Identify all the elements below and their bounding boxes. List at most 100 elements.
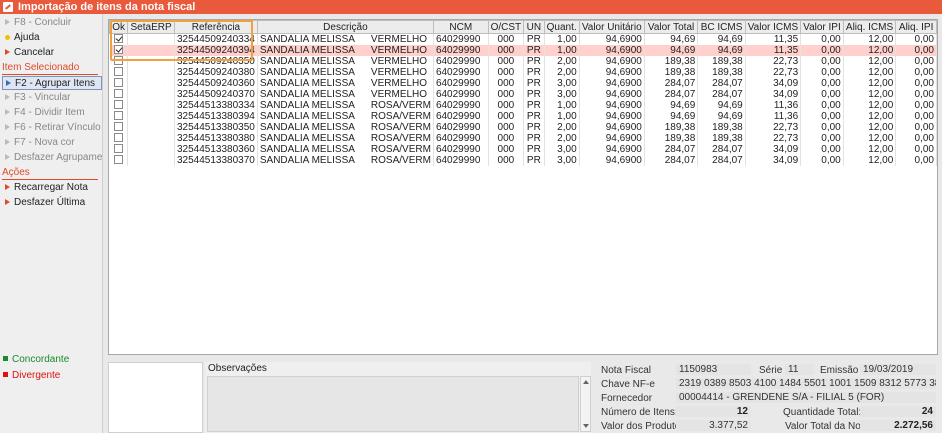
column-header[interactable]: SetaERP (127, 20, 175, 34)
new-color-button[interactable]: F7 - Nova cor (2, 136, 102, 150)
color-text: ROSA/VERM (370, 122, 431, 133)
cst-cell: 000 (488, 122, 525, 133)
vicms-cell: 22,73 (745, 133, 802, 144)
scroll-down-icon[interactable] (583, 424, 589, 428)
emissao-label: Emissão (820, 365, 859, 376)
aicms-cell: 12,00 (843, 144, 897, 155)
table-row[interactable]: 32544513380380 SANDALIA MELISSA ROSA/VERM 6… (109, 133, 937, 144)
ok-checkbox[interactable] (113, 89, 123, 98)
items-grid[interactable]: Ok SetaERP Referência Descrição NCM O/CS… (108, 19, 938, 355)
ok-checkbox[interactable] (113, 122, 123, 131)
section-item-selecionado: Item Selecionado (2, 62, 80, 73)
vicms-cell: 22,73 (745, 56, 802, 67)
legend-divergente: Divergente (3, 370, 60, 381)
vipi-cell: 0,00 (800, 45, 844, 56)
column-header[interactable]: BC ICMS (697, 20, 746, 34)
column-header[interactable]: Aliq. ICMS (842, 20, 897, 34)
ok-checkbox[interactable] (113, 133, 123, 142)
scroll-up-icon[interactable] (583, 380, 589, 384)
ok-checkbox[interactable] (113, 45, 123, 54)
ok-checkbox[interactable] (113, 111, 123, 120)
vtotal-cell: 189,38 (644, 133, 699, 144)
undo-grouping-button[interactable]: Desfazer Agrupamento (2, 151, 102, 165)
table-row[interactable]: 32544513380370 SANDALIA MELISSA ROSA/VERM 6… (109, 155, 937, 166)
column-header[interactable]: NCM (432, 20, 489, 34)
column-header[interactable]: Valor IPI (800, 20, 844, 34)
group-items-button[interactable]: F2 - Agrupar Itens (2, 76, 102, 90)
ok-checkbox[interactable] (113, 67, 123, 76)
ok-checkbox[interactable] (113, 155, 123, 164)
observacoes-scrollbar[interactable] (580, 376, 591, 432)
unlink-button[interactable]: F6 - Retirar Vínculo (2, 121, 102, 135)
observacoes-textarea[interactable] (207, 376, 579, 432)
column-header[interactable]: Ok (109, 20, 129, 34)
table-row[interactable]: 32544509240394 SANDALIA MELISSA VERMELHO 64… (109, 45, 937, 56)
ok-checkbox[interactable] (113, 100, 123, 109)
window-title: Importação de itens da nota fiscal (18, 1, 196, 13)
num-itens-value: 12 (676, 406, 751, 417)
table-row[interactable]: 32544513380350 SANDALIA MELISSA ROSA/VERM 6… (109, 122, 937, 133)
table-row[interactable]: 32544509240370 SANDALIA MELISSA VERMELHO 64… (109, 89, 937, 100)
aicms-cell: 12,00 (843, 33, 897, 45)
column-header[interactable]: Descrição (256, 20, 434, 34)
vtotal-cell: 189,38 (644, 67, 699, 78)
table-row[interactable]: 32544509240380 SANDALIA MELISSA VERMELHO 64… (109, 67, 937, 78)
aicms-cell: 12,00 (843, 122, 897, 133)
section-divider (2, 179, 98, 180)
table-row[interactable]: 32544513380360 SANDALIA MELISSA ROSA/VERM 6… (109, 144, 937, 155)
column-header[interactable]: Aliq. IPI (895, 20, 937, 34)
cancel-button[interactable]: Cancelar (2, 46, 102, 60)
link-button[interactable]: F3 - Vincular (2, 91, 102, 105)
color-text: ROSA/VERM (370, 155, 431, 166)
ok-cell (109, 45, 129, 56)
seta-cell (127, 155, 175, 166)
valor-total-nota-label: Valor Total da Nota (785, 421, 870, 432)
ok-checkbox[interactable] (113, 78, 123, 87)
column-header[interactable]: UN (523, 20, 545, 34)
ref-cell: 32544509240350 (174, 56, 258, 67)
bc-cell: 94,69 (697, 33, 746, 45)
split-item-button[interactable]: F4 - Dividir Item (2, 106, 102, 120)
reload-invoice-button[interactable]: Recarregar Nota (2, 181, 102, 195)
serie-value: 11 (785, 364, 813, 375)
help-button[interactable]: Ajuda (2, 31, 102, 45)
column-header[interactable]: O/CST (487, 20, 525, 34)
undo-last-button[interactable]: Desfazer Última (2, 196, 102, 210)
column-header[interactable]: Valor Unitário (578, 20, 645, 34)
cst-cell: 000 (488, 89, 525, 100)
ok-checkbox[interactable] (113, 34, 123, 43)
table-row[interactable]: 32544509240360 SANDALIA MELISSA VERMELHO 64… (109, 78, 937, 89)
vicms-cell: 34,09 (745, 155, 802, 166)
items-table: Ok SetaERP Referência Descrição NCM O/CS… (109, 20, 937, 166)
table-row[interactable]: 32544509240334 SANDALIA MELISSA VERMELHO 64… (109, 33, 937, 45)
description-text: SANDALIA MELISSA (259, 111, 355, 122)
table-row[interactable]: 32544513380394 SANDALIA MELISSA ROSA/VERM 6… (109, 111, 937, 122)
table-row[interactable]: 32544513380334 SANDALIA MELISSA ROSA/VERM 6… (109, 100, 937, 111)
column-header[interactable]: Valor Total (643, 20, 699, 34)
bc-cell: 94,69 (697, 100, 746, 111)
ok-checkbox[interactable] (113, 144, 123, 153)
app-logo-icon (3, 2, 13, 12)
column-header[interactable]: Valor ICMS (744, 20, 802, 34)
vicms-cell: 11,36 (745, 111, 802, 122)
column-header[interactable]: Quant. (543, 20, 580, 34)
table-row[interactable]: 32544509240350 SANDALIA MELISSA VERMELHO 64… (109, 56, 937, 67)
color-text: ROSA/VERM (370, 100, 431, 111)
seta-cell (127, 67, 175, 78)
vipi-cell: 0,00 (800, 78, 844, 89)
ok-cell (109, 133, 129, 144)
conclude-button[interactable]: F8 - Concluir (2, 16, 102, 30)
aicms-cell: 12,00 (843, 78, 897, 89)
valor-produtos-value: 3.377,52 (676, 420, 751, 431)
cst-cell: 000 (488, 133, 525, 144)
qty-cell: 2,00 (544, 56, 580, 67)
vunit-cell: 94,6900 (579, 111, 645, 122)
vunit-cell: 94,6900 (579, 155, 645, 166)
vipi-cell: 0,00 (800, 111, 844, 122)
description-cell: SANDALIA MELISSA VERMELHO (257, 33, 434, 45)
ok-checkbox[interactable] (113, 56, 123, 65)
product-image-box (108, 362, 203, 433)
qty-cell: 1,00 (544, 100, 580, 111)
column-header[interactable]: Referência (174, 20, 258, 34)
color-text: VERMELHO (370, 45, 428, 56)
